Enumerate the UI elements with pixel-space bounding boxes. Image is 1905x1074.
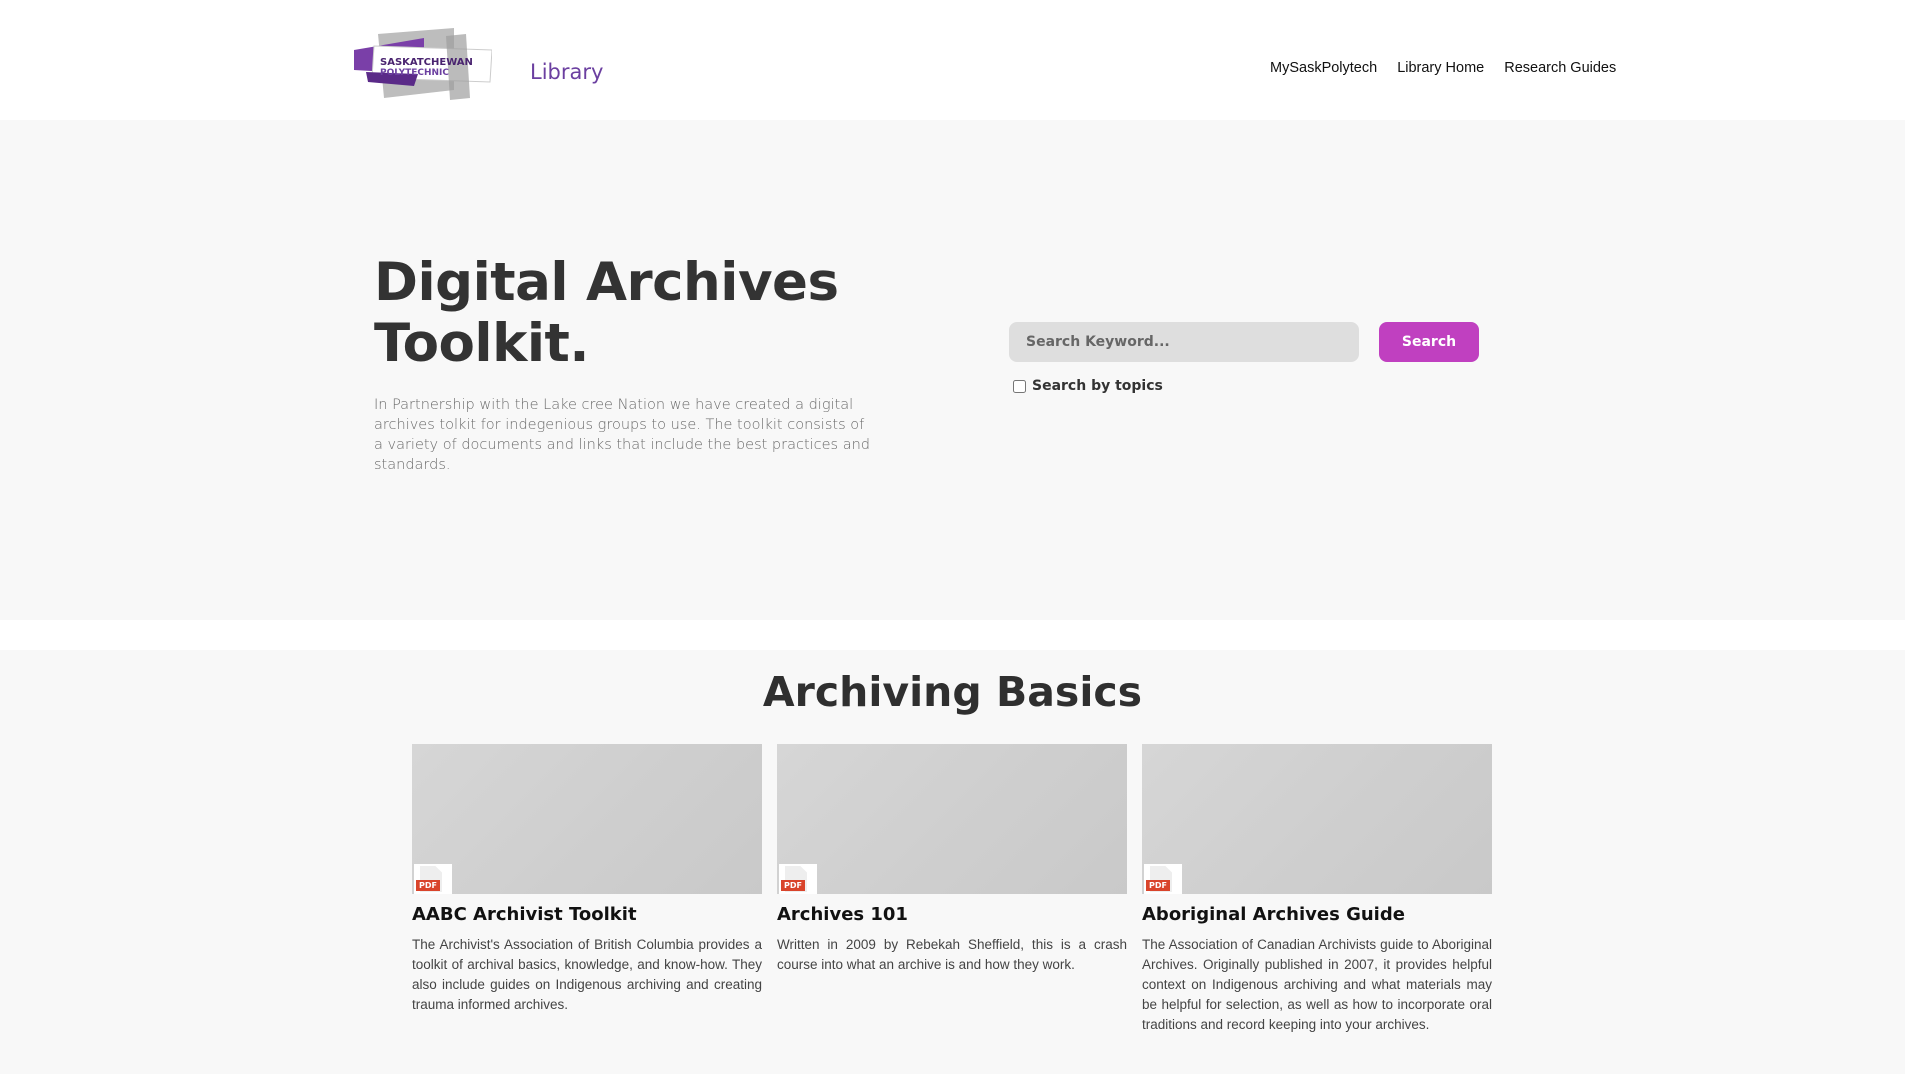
card-description: The Association of Canadian Archivists g… xyxy=(1142,937,1492,1032)
pdf-icon: PDF xyxy=(779,864,817,894)
card-thumbnail[interactable]: PDF xyxy=(412,744,762,894)
search-button[interactable]: Search xyxy=(1379,322,1479,362)
card-description: The Archivist's Association of British C… xyxy=(412,937,762,1012)
hero-description: In Partnership with the Lake cree Nation… xyxy=(374,397,871,473)
section-divider xyxy=(0,620,1905,650)
section-title: Archiving Basics xyxy=(762,668,1143,716)
card-thumbnail[interactable]: PDF xyxy=(1142,744,1492,894)
card-description: Written in 2009 by Rebekah Sheffield, th… xyxy=(777,937,1127,972)
page-title: Digital Archives Toolkit. xyxy=(374,252,874,374)
logo-line-1: SASKATCHEWAN xyxy=(380,57,473,68)
hero-section: Digital Archives Toolkit. In Partnership… xyxy=(0,120,1905,620)
card-title[interactable]: AABC Archivist Toolkit xyxy=(412,904,762,925)
library-label[interactable]: Library xyxy=(530,60,603,84)
logo-line-2: POLYTECHNIC xyxy=(380,68,450,78)
search-by-topics-option[interactable]: Search by topics xyxy=(1013,378,1163,394)
archiving-basics-section: Archiving Basics PDF AABC Archivist Tool… xyxy=(0,650,1905,1074)
site-header: SASKATCHEWAN POLYTECHNIC Library MySaskP… xyxy=(0,0,1905,120)
card-thumbnail[interactable]: PDF xyxy=(777,744,1127,894)
search-by-topics-label: Search by topics xyxy=(1032,378,1163,394)
resource-card: PDF Archives 101 Written in 2009 by Rebe… xyxy=(777,744,1127,975)
pdf-icon: PDF xyxy=(414,864,452,894)
saskatchewan-polytechnic-logo[interactable]: SASKATCHEWAN POLYTECHNIC xyxy=(354,28,492,102)
nav-link-library-home[interactable]: Library Home xyxy=(1397,60,1484,76)
search-by-topics-checkbox[interactable] xyxy=(1013,379,1026,393)
resource-card: PDF Aboriginal Archives Guide The Associ… xyxy=(1142,744,1492,1035)
resource-card: PDF AABC Archivist Toolkit The Archivist… xyxy=(412,744,762,1015)
search-input[interactable] xyxy=(1009,322,1359,362)
card-title[interactable]: Aboriginal Archives Guide xyxy=(1142,904,1492,925)
top-navigation: MySaskPolytech Library Home Research Gui… xyxy=(1270,60,1616,76)
pdf-icon: PDF xyxy=(1144,864,1182,894)
nav-link-research-guides[interactable]: Research Guides xyxy=(1504,60,1616,76)
page-title-line-2: Toolkit. xyxy=(374,313,590,374)
nav-link-mysaskpolytech[interactable]: MySaskPolytech xyxy=(1270,60,1377,76)
card-title[interactable]: Archives 101 xyxy=(777,904,1127,925)
page-title-line-1: Digital Archives xyxy=(374,252,839,313)
logo-wordmark: SASKATCHEWAN POLYTECHNIC xyxy=(380,57,490,79)
